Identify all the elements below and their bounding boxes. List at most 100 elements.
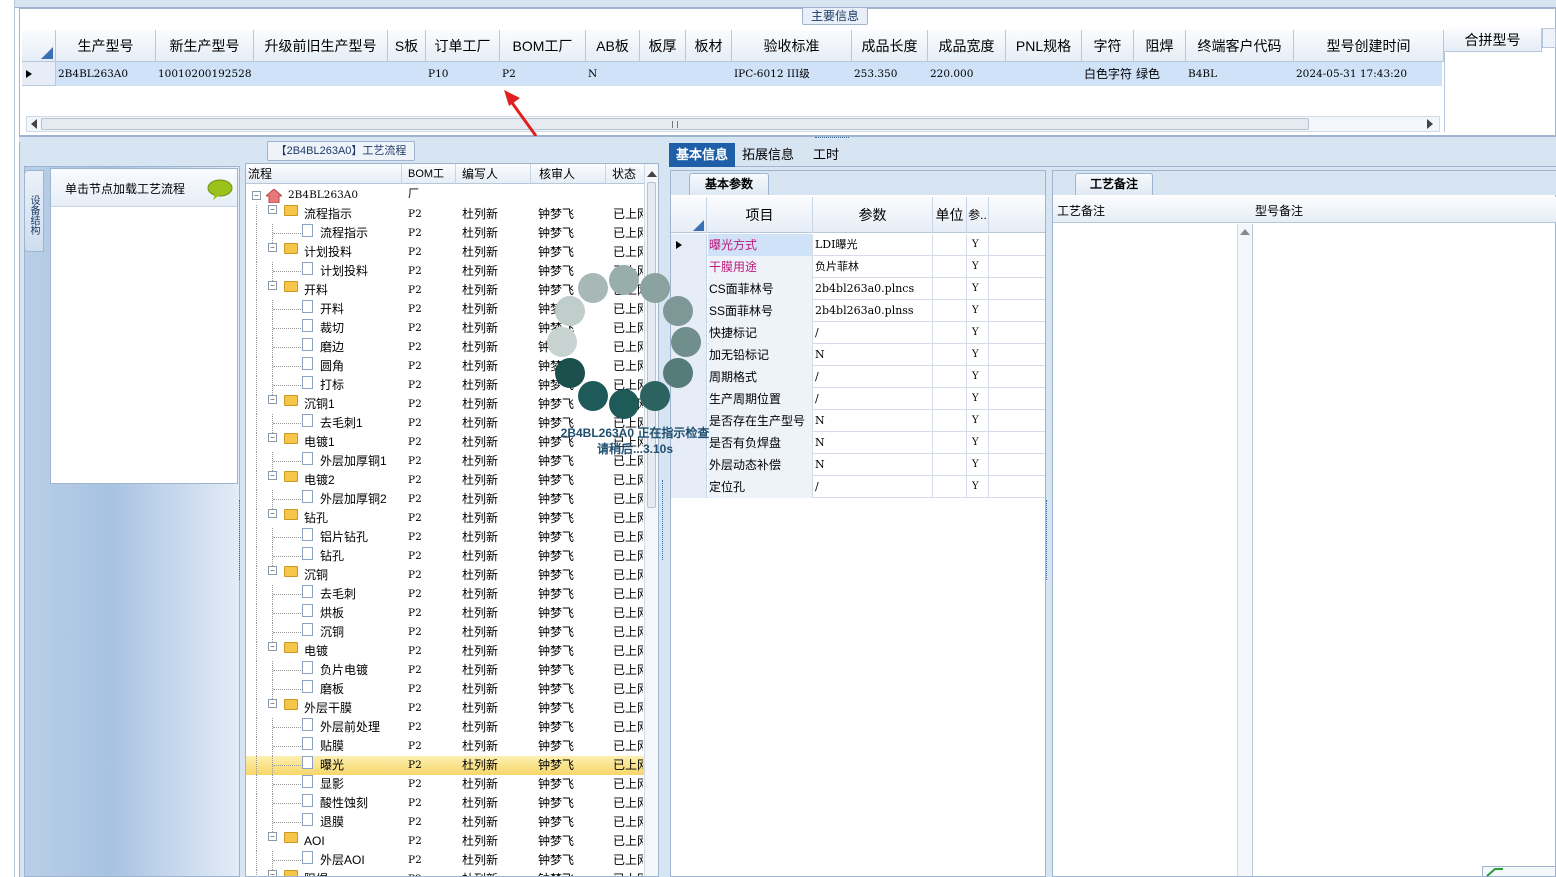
tree-row[interactable]: 曝光 P2 杜列新 钟梦飞 已上网 xyxy=(246,756,644,775)
col-writer[interactable]: 编写人 xyxy=(456,164,531,184)
tab-extended-info[interactable]: 拓展信息 xyxy=(737,143,799,167)
tree-root[interactable]: − 2B4BL263A0 xyxy=(246,186,644,205)
col-header-order-factory[interactable]: 订单工厂 xyxy=(426,30,500,62)
cell-char[interactable]: 白色字符 xyxy=(1084,64,1134,84)
col-bom[interactable]: BOM工厂 xyxy=(402,164,456,200)
tree-row[interactable]: − 电镀 P2 杜列新 钟梦飞 已上网 xyxy=(246,642,644,661)
collapse-icon[interactable]: − xyxy=(268,205,277,214)
note-v-scrollbar[interactable] xyxy=(1237,224,1253,876)
cell-bom-factory[interactable]: P2 xyxy=(502,64,586,84)
param-row[interactable]: 是否存在生产型号 N Y xyxy=(671,410,1045,432)
cell-length[interactable]: 253.350 xyxy=(854,64,928,84)
cell-pnl[interactable] xyxy=(1008,64,1082,84)
tree-row[interactable]: 贴膜 P2 杜列新 钟梦飞 已上网 xyxy=(246,737,644,756)
param-value[interactable]: N xyxy=(814,410,933,432)
process-note-textarea[interactable] xyxy=(1053,224,1237,876)
hint-header[interactable]: 单击节点加载工艺流程 xyxy=(51,169,237,207)
collapse-icon[interactable]: − xyxy=(268,509,277,518)
param-row[interactable]: 加无铅标记 N Y xyxy=(671,344,1045,366)
param-value[interactable]: / xyxy=(814,322,933,344)
collapse-icon[interactable]: − xyxy=(268,395,277,404)
param-value[interactable]: 2b4bl263a0.plncs xyxy=(814,278,933,300)
col-header-bom-factory[interactable]: BOM工厂 xyxy=(500,30,586,62)
param-value[interactable]: 负片菲林 xyxy=(814,256,933,278)
collapse-icon[interactable]: − xyxy=(268,243,277,252)
tab-work-hours[interactable]: 工时 xyxy=(801,143,851,167)
cell-s-board[interactable] xyxy=(390,64,426,84)
equipment-structure-tab[interactable]: 设备结构 xyxy=(24,170,44,252)
tree-row[interactable]: 铝片钻孔 P2 杜列新 钟梦飞 已上网 xyxy=(246,528,644,547)
tree-row[interactable]: − 外层干膜 P2 杜列新 钟梦飞 已上网 xyxy=(246,699,644,718)
tree-row[interactable]: 负片电镀 P2 杜列新 钟梦飞 已上网 xyxy=(246,661,644,680)
cell-created[interactable]: 2024-05-31 17:43:20 xyxy=(1296,64,1444,84)
tree-row[interactable]: 沉铜 P2 杜列新 钟梦飞 已上网 xyxy=(246,623,644,642)
model-note-textarea[interactable] xyxy=(1253,224,1555,876)
param-row[interactable]: 周期格式 / Y xyxy=(671,366,1045,388)
tree-row[interactable]: 酸性蚀刻 P2 杜列新 钟梦飞 已上网 xyxy=(246,794,644,813)
collapse-icon[interactable]: − xyxy=(268,471,277,480)
param-row[interactable]: 定位孔 / Y xyxy=(671,476,1045,498)
collapse-icon[interactable]: − xyxy=(268,281,277,290)
scroll-up-icon[interactable] xyxy=(647,170,657,178)
scroll-thumb[interactable] xyxy=(41,118,1309,130)
merge-model-header[interactable]: 合拼型号 xyxy=(1444,28,1542,52)
collapse-icon[interactable]: − xyxy=(268,699,277,708)
param-row[interactable]: 曝光方式 LDI曝光 Y xyxy=(671,234,1045,256)
table-row[interactable]: 2B4BL263A0 10010200192528 P10 P2 N IPC-6012 I… xyxy=(22,62,1442,86)
param-row[interactable]: CS面菲林号 2b4bl263a0.plncs Y xyxy=(671,278,1045,300)
collapse-icon[interactable]: − xyxy=(268,433,277,442)
scroll-right-icon[interactable] xyxy=(1427,119,1435,129)
param-value[interactable]: 2b4bl263a0.plnss xyxy=(814,300,933,322)
param-row[interactable]: 外层动态补偿 N Y xyxy=(671,454,1045,476)
tree-row[interactable]: 流程指示 P2 杜列新 钟梦飞 已上网 xyxy=(246,224,644,243)
scroll-left-icon[interactable] xyxy=(31,119,39,129)
col-header-new-model[interactable]: 新生产型号 xyxy=(156,30,254,62)
cell-ab-board[interactable]: N xyxy=(588,64,640,84)
col-header-created[interactable]: 型号创建时间 xyxy=(1294,30,1444,62)
tab-basic-info[interactable]: 基本信息 xyxy=(669,143,735,167)
col-param[interactable]: 参数 xyxy=(813,197,933,233)
tree-row[interactable]: − 计划投料 P2 杜列新 钟梦飞 已上网 xyxy=(246,243,644,262)
tree-row[interactable]: − 沉铜 P2 杜列新 钟梦飞 已上网 xyxy=(246,566,644,585)
tree-row[interactable]: 外层加厚铜2 P2 杜列新 钟梦飞 已上网 xyxy=(246,490,644,509)
col-header-pnl[interactable]: PNL规格 xyxy=(1006,30,1082,62)
tree-row[interactable]: 外层AOI P2 杜列新 钟梦飞 已上网 xyxy=(246,851,644,870)
col-header-standard[interactable]: 验收标准 xyxy=(732,30,852,62)
tree-row[interactable]: 外层前处理 P2 杜列新 钟梦飞 已上网 xyxy=(246,718,644,737)
cell-standard[interactable]: IPC-6012 III级 xyxy=(734,64,852,84)
tree-row[interactable]: − 电镀2 P2 杜列新 钟梦飞 已上网 xyxy=(246,471,644,490)
splitter-vertical-right[interactable] xyxy=(1046,500,1051,580)
param-value[interactable]: N xyxy=(814,454,933,476)
cell-order-factory[interactable]: P10 xyxy=(428,64,500,84)
col-header-ab-board[interactable]: AB板 xyxy=(586,30,640,62)
col-header-old-model[interactable]: 升级前旧生产型号 xyxy=(254,30,388,62)
cell-model[interactable]: 2B4BL263A0 xyxy=(58,64,156,84)
col-header-char[interactable]: 字符 xyxy=(1082,30,1134,62)
param-value[interactable]: / xyxy=(814,366,933,388)
cell-new-model[interactable]: 10010200192528 xyxy=(158,64,254,84)
param-row[interactable]: 是否有负焊盘 N Y xyxy=(671,432,1045,454)
col-flow[interactable]: 流程 xyxy=(246,164,402,184)
tree-row[interactable]: 钻孔 P2 杜列新 钟梦飞 已上网 xyxy=(246,547,644,566)
collapse-icon[interactable]: − xyxy=(268,870,277,876)
col-header-solder[interactable]: 阻焊 xyxy=(1134,30,1186,62)
main-h-scrollbar[interactable] xyxy=(26,116,1440,132)
param-row[interactable]: 干膜用途 负片菲林 Y xyxy=(671,256,1045,278)
tree-row[interactable]: − 阻焊 P2 杜列新 钟梦飞 已上网 xyxy=(246,870,644,876)
col-flag[interactable]: 参.. xyxy=(967,197,989,233)
collapse-icon[interactable]: − xyxy=(268,642,277,651)
col-header-s-board[interactable]: S板 xyxy=(388,30,426,62)
tree-row[interactable]: 烘板 P2 杜列新 钟梦飞 已上网 xyxy=(246,604,644,623)
col-header-width[interactable]: 成品宽度 xyxy=(928,30,1006,62)
cell-solder[interactable]: 绿色 xyxy=(1136,64,1186,84)
scroll-up-icon[interactable] xyxy=(1240,228,1250,236)
cell-width[interactable]: 220.000 xyxy=(930,64,1006,84)
cell-material[interactable] xyxy=(688,64,732,84)
col-header-model[interactable]: 生产型号 xyxy=(56,30,156,62)
param-value[interactable]: / xyxy=(814,476,933,498)
tree-row[interactable]: − AOI P2 杜列新 钟梦飞 已上网 xyxy=(246,832,644,851)
collapse-icon[interactable]: − xyxy=(268,832,277,841)
param-value[interactable]: N xyxy=(814,344,933,366)
basic-params-title[interactable]: 基本参数 xyxy=(689,173,769,195)
param-row[interactable]: 生产周期位置 / Y xyxy=(671,388,1045,410)
